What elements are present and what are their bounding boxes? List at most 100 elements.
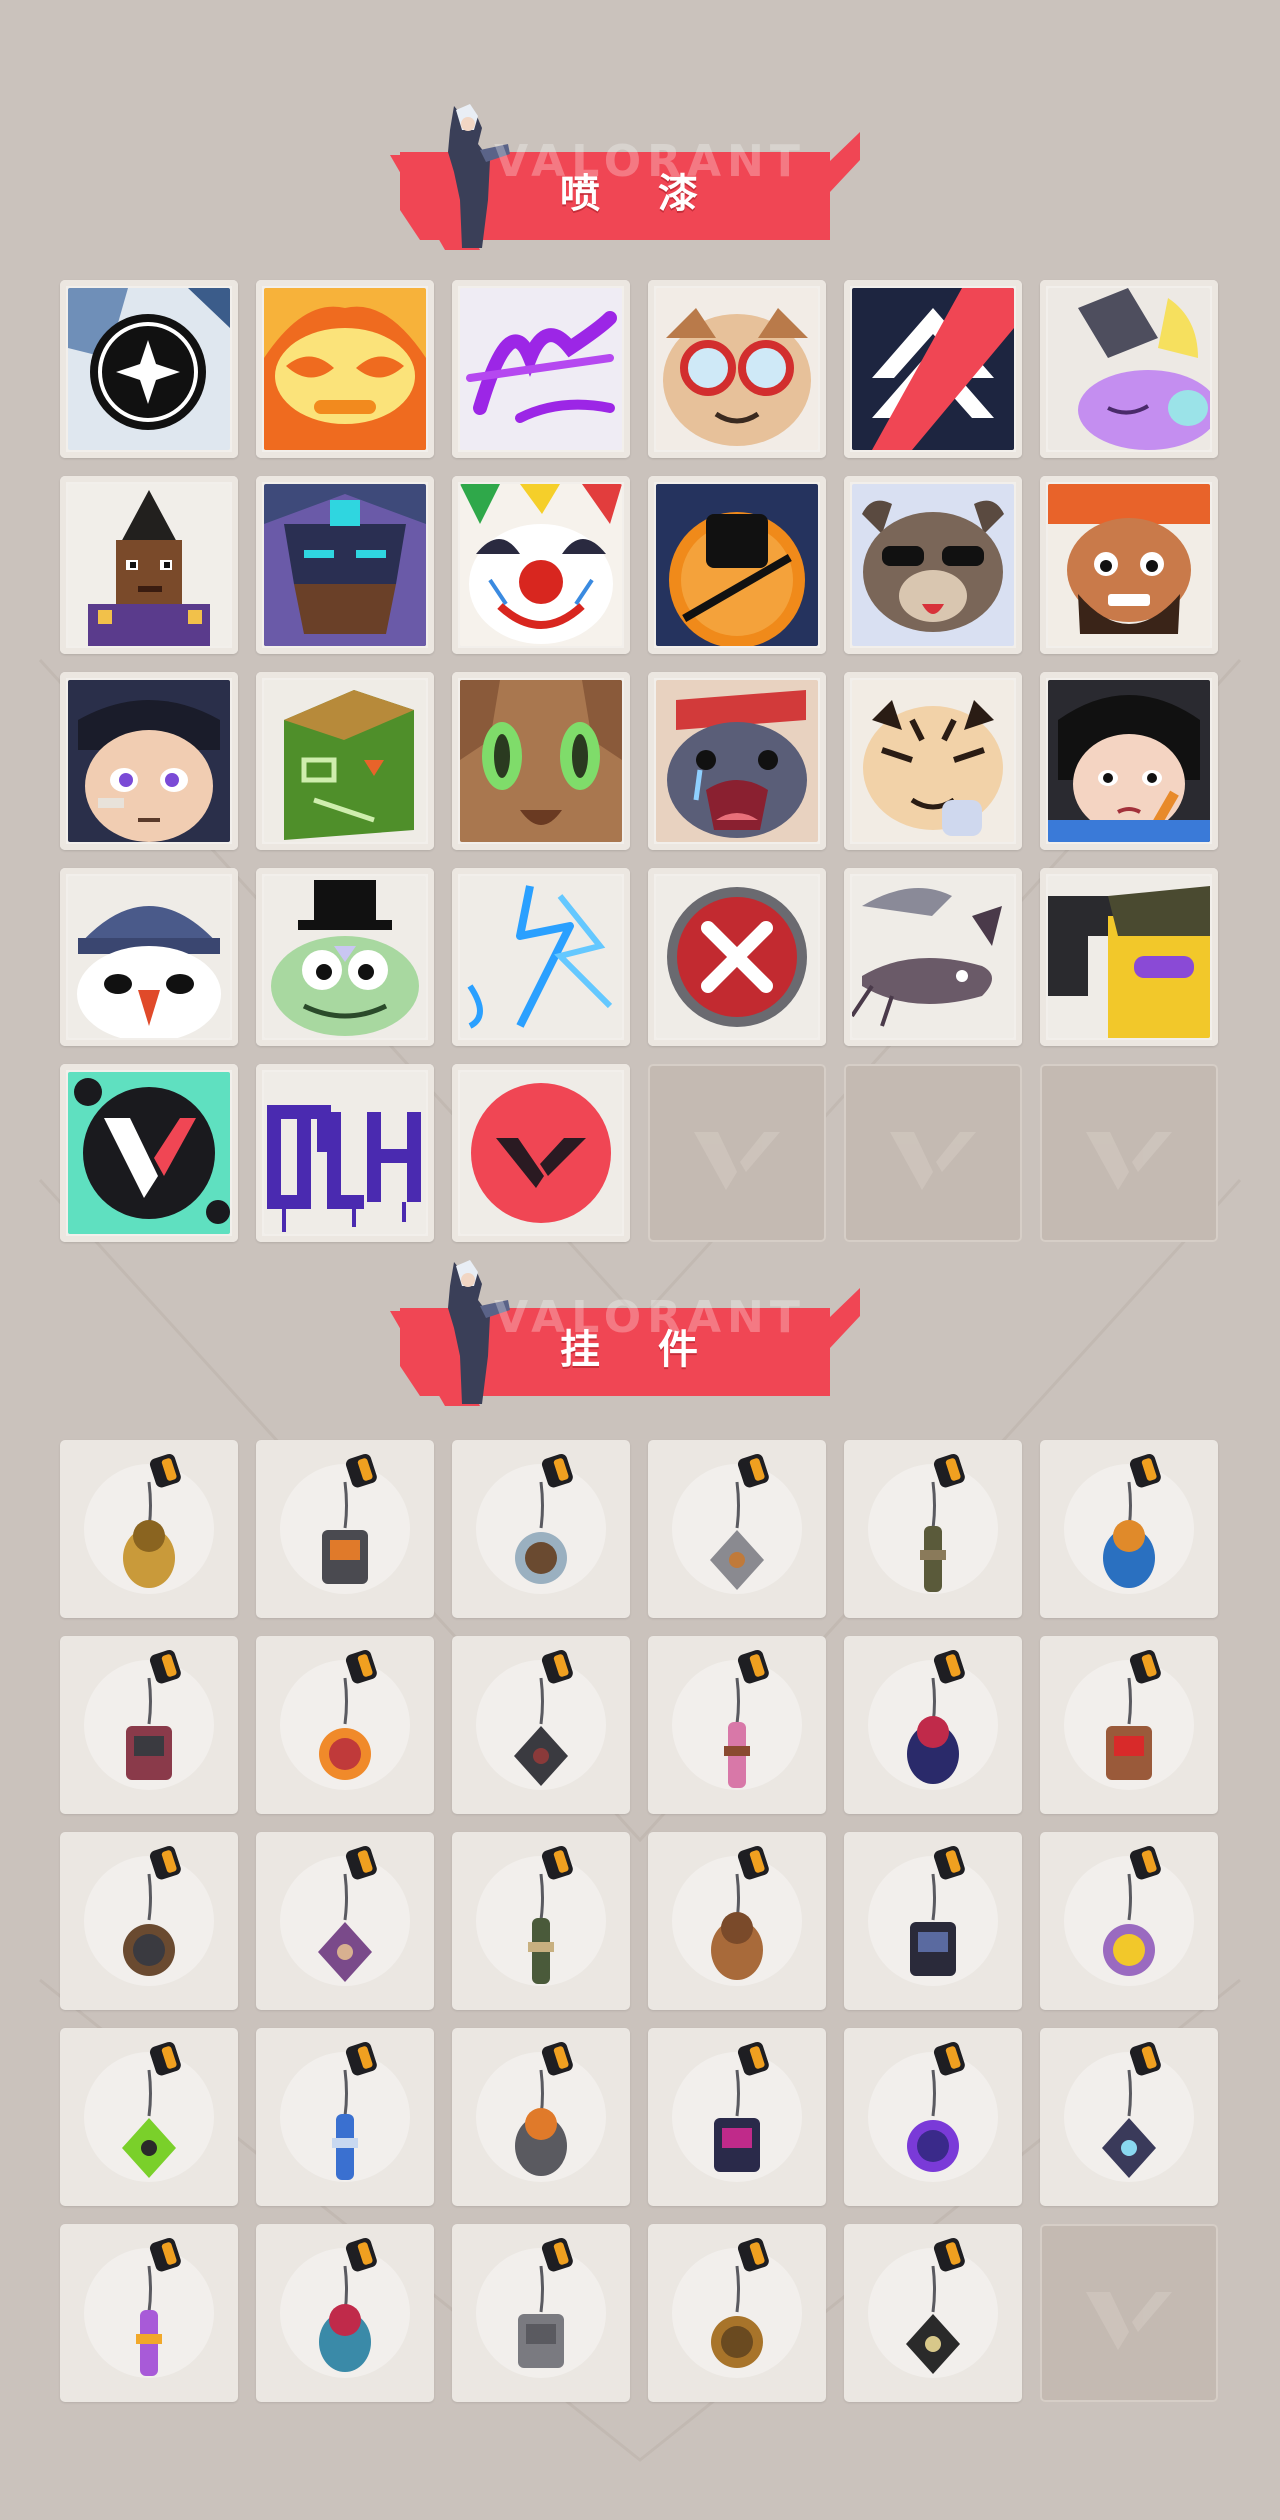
charm-slot[interactable] bbox=[648, 2028, 826, 2206]
spray-slot[interactable] bbox=[256, 280, 434, 458]
charm-slot[interactable] bbox=[844, 2028, 1022, 2206]
empty-slot-icon bbox=[1086, 1132, 1172, 1190]
charm-slot[interactable] bbox=[452, 1636, 630, 1814]
spray-slot[interactable] bbox=[60, 476, 238, 654]
empty-slot bbox=[844, 1064, 1022, 1242]
hot-tub-charm-icon bbox=[515, 1453, 573, 1584]
orange-dial-spray-icon bbox=[656, 484, 818, 646]
bandaged-agent-spray-icon bbox=[68, 680, 230, 842]
charm-slot[interactable] bbox=[60, 1440, 238, 1618]
top-hat-frog-spray-icon bbox=[264, 876, 426, 1038]
charm-slot[interactable] bbox=[648, 1636, 826, 1814]
determined-agent-spray-icon bbox=[1048, 680, 1210, 842]
charm-slot[interactable] bbox=[256, 2028, 434, 2206]
charm-slot[interactable] bbox=[648, 1440, 826, 1618]
charm-slot[interactable] bbox=[648, 2224, 826, 2402]
spray-slot[interactable] bbox=[1040, 280, 1218, 458]
sunglasses-bear-spray-icon bbox=[852, 484, 1014, 646]
charm-slot[interactable] bbox=[60, 1832, 238, 2010]
clown-spray-icon bbox=[460, 484, 622, 646]
pager-charm-icon bbox=[122, 2041, 181, 2178]
spray-slot[interactable] bbox=[1040, 476, 1218, 654]
green-eyes-creature-spray-icon bbox=[460, 680, 622, 842]
spray-slot[interactable] bbox=[648, 672, 826, 850]
spray-slot[interactable] bbox=[60, 280, 238, 458]
tassel-robot-charm-icon bbox=[910, 1845, 965, 1976]
pixel-heart-charm-icon bbox=[907, 2041, 965, 2172]
charm-slot[interactable] bbox=[452, 1440, 630, 1618]
spray-slot[interactable] bbox=[60, 1064, 238, 1242]
spray-slot[interactable] bbox=[844, 868, 1022, 1046]
section-banner-sprays: VALORANT 喷 漆 bbox=[390, 100, 870, 250]
raccoon-charm-icon bbox=[710, 1453, 769, 1590]
charm-slot[interactable] bbox=[256, 1832, 434, 2010]
spray-slot[interactable] bbox=[844, 672, 1022, 850]
candy-corn-charm-icon bbox=[319, 1649, 377, 1780]
spray-slot[interactable] bbox=[256, 672, 434, 850]
grenade-pouch-charm-icon bbox=[920, 1453, 965, 1592]
charm-slot[interactable] bbox=[648, 1832, 826, 2010]
empty-slot bbox=[648, 1064, 826, 1242]
empty-slot-icon bbox=[694, 1132, 780, 1190]
charm-slot[interactable] bbox=[452, 2028, 630, 2206]
section-banner-charms: VALORANT 挂 件 bbox=[390, 1256, 870, 1406]
charm-slot[interactable] bbox=[60, 2224, 238, 2402]
spray-slot[interactable] bbox=[60, 868, 238, 1046]
spray-slot[interactable] bbox=[844, 280, 1022, 458]
empty-slot-icon bbox=[1086, 2292, 1172, 2350]
valorant-splatter-spray-icon bbox=[68, 1072, 230, 1234]
spray-slot[interactable] bbox=[60, 672, 238, 850]
spray-slot[interactable] bbox=[648, 868, 826, 1046]
charm-slot[interactable] bbox=[60, 1636, 238, 1814]
charm-slot[interactable] bbox=[1040, 1440, 1218, 1618]
spray-slot[interactable] bbox=[452, 1064, 630, 1242]
charm-grid bbox=[60, 1440, 1218, 2402]
spray-slot[interactable] bbox=[452, 280, 630, 458]
spray-slot[interactable] bbox=[256, 476, 434, 654]
charm-slot[interactable] bbox=[60, 2028, 238, 2206]
spray-slot[interactable] bbox=[1040, 672, 1218, 850]
radio-charm-icon bbox=[515, 2041, 573, 2176]
charm-slot[interactable] bbox=[844, 1636, 1022, 1814]
crying-creature-spray-icon bbox=[656, 680, 818, 842]
valorant-tag-charm-icon bbox=[906, 2237, 965, 2374]
spray-slot[interactable] bbox=[452, 672, 630, 850]
empty-slot-icon bbox=[890, 1132, 976, 1190]
charm-slot[interactable] bbox=[256, 1636, 434, 1814]
teddy-bear-charm-icon bbox=[1106, 1649, 1161, 1780]
purple-blob-spray-icon bbox=[1048, 288, 1210, 450]
charm-slot[interactable] bbox=[1040, 1636, 1218, 1814]
charm-slot[interactable] bbox=[1040, 1832, 1218, 2010]
fire-mask-spray-icon bbox=[264, 288, 426, 450]
spray-slot[interactable] bbox=[256, 1064, 434, 1242]
empty-slot bbox=[1040, 1064, 1218, 1242]
spray-slot[interactable] bbox=[1040, 868, 1218, 1046]
blue-canister-charm-icon bbox=[1103, 1453, 1161, 1588]
spray-slot[interactable] bbox=[844, 476, 1022, 654]
charm-slot[interactable] bbox=[452, 2224, 630, 2402]
charm-slot[interactable] bbox=[256, 2224, 434, 2402]
ufo-charm-icon bbox=[319, 2237, 377, 2372]
charm-slot[interactable] bbox=[256, 1440, 434, 1618]
charm-slot[interactable] bbox=[452, 1832, 630, 2010]
spray-slot[interactable] bbox=[452, 868, 630, 1046]
treasure-chest-charm-icon bbox=[711, 1845, 769, 1980]
spray-slot[interactable] bbox=[648, 476, 826, 654]
chevron-emblem-spray-icon bbox=[852, 288, 1014, 450]
empty-slot bbox=[1040, 2224, 1218, 2402]
lava-lamp-charm-icon bbox=[1103, 1845, 1161, 1976]
pistol-creature-spray-icon bbox=[1048, 876, 1210, 1038]
neon-bolt-spray-icon bbox=[460, 876, 622, 1038]
charm-slot[interactable] bbox=[844, 1440, 1022, 1618]
section-title-charms: 挂 件 bbox=[560, 1327, 720, 1373]
armored-robot-spray-icon bbox=[264, 484, 426, 646]
catfish-spray-icon bbox=[852, 876, 1014, 1038]
charm-slot[interactable] bbox=[844, 1832, 1022, 2010]
spray-slot[interactable] bbox=[648, 280, 826, 458]
charm-slot[interactable] bbox=[844, 2224, 1022, 2402]
spray-slot[interactable] bbox=[452, 476, 630, 654]
tiger-spray-icon bbox=[852, 680, 1014, 842]
lotus-flame-charm-icon bbox=[136, 2237, 181, 2376]
charm-slot[interactable] bbox=[1040, 2028, 1218, 2206]
spray-slot[interactable] bbox=[256, 868, 434, 1046]
